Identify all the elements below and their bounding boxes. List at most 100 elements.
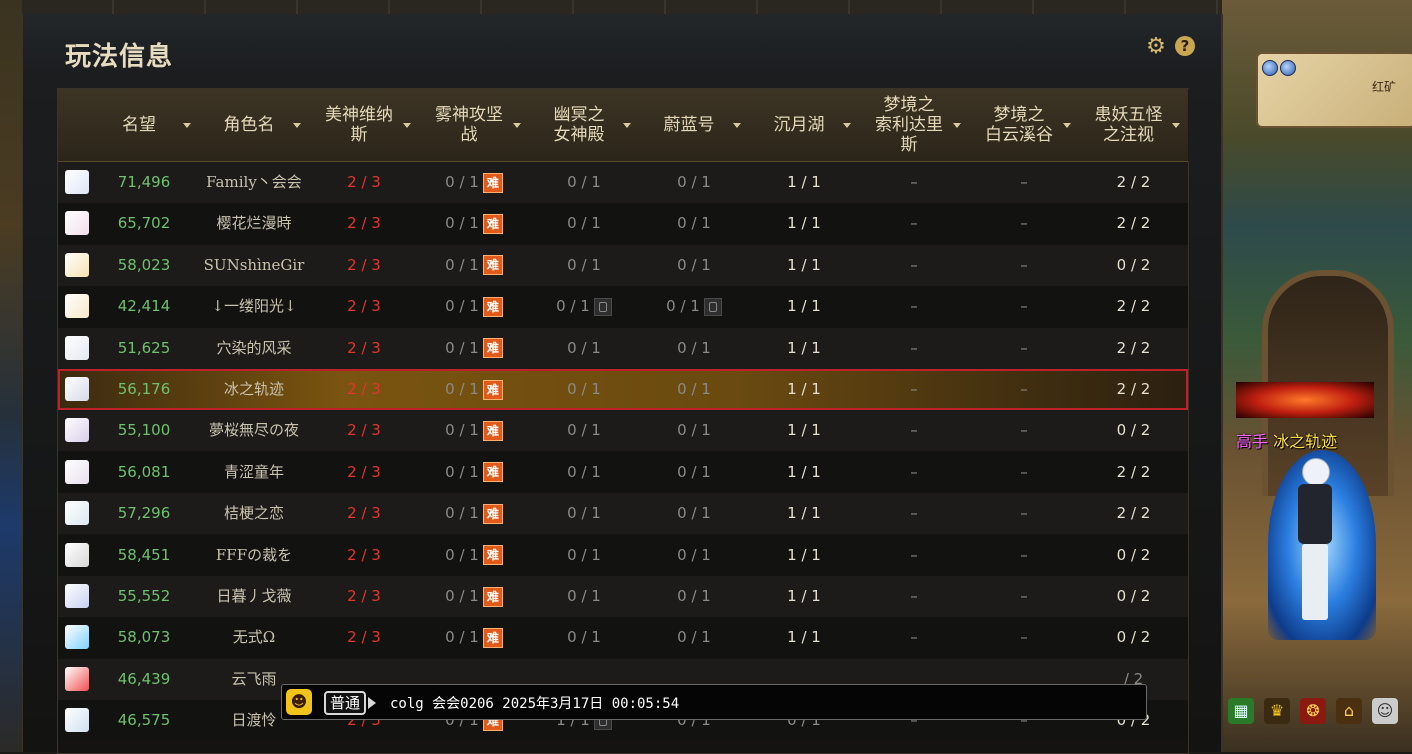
header-venus[interactable]: 美神维纳 斯 xyxy=(309,89,420,161)
sort-arrow-icon[interactable] xyxy=(1172,123,1180,128)
dream-solidaris-cell-value: – xyxy=(910,587,918,605)
map-orb-icon[interactable] xyxy=(1280,60,1296,76)
mist-god-cell: 0 / 1难 xyxy=(419,245,529,286)
sort-arrow-icon[interactable] xyxy=(843,123,851,128)
lucky-bag-icon[interactable]: ❂ xyxy=(1300,698,1326,724)
underworld-goddess-cell-value: 0 / 1 xyxy=(567,421,601,440)
azure-cell-value: 0 / 1 xyxy=(677,173,711,191)
header-moon-lake[interactable]: 沉月湖 xyxy=(749,89,860,161)
moon-lake-cell: 1 / 1 xyxy=(749,286,859,327)
azure-cell: 0 / 1 xyxy=(639,369,749,410)
name-cell-value: 日渡怜 xyxy=(231,711,277,730)
sort-arrow-icon[interactable] xyxy=(623,123,631,128)
character-avatar xyxy=(65,501,89,526)
fame-cell: 42,414 xyxy=(89,286,199,327)
underworld-goddess-cell: 0 / 1 xyxy=(529,410,639,451)
character-avatar xyxy=(65,211,89,236)
hard-difficulty-badge: 难 xyxy=(482,213,503,234)
moon-lake-cell: 1 / 1 xyxy=(749,162,859,203)
calendar-icon[interactable]: ▦ xyxy=(1228,698,1254,724)
underworld-goddess-cell: 0 / 1 xyxy=(529,245,639,286)
mist-god-cell-value: 0 / 1 xyxy=(445,214,479,233)
table-row[interactable]: 58,451 FFFの裁を 2 / 30 / 1难0 / 10 / 11 / 1– –… xyxy=(58,534,1188,576)
azure-cell-value: 0 / 1 xyxy=(677,421,711,440)
underworld-goddess-cell: 0 / 1 xyxy=(529,203,639,244)
gear-icon[interactable]: ⚙ xyxy=(1145,36,1167,58)
table-row[interactable]: 51,625 穴染的风采 2 / 30 / 1难0 / 10 / 11 / 1– –2… xyxy=(58,327,1188,369)
venus-cell: 2 / 3 xyxy=(309,493,419,534)
moon-lake-cell-value: 1 / 1 xyxy=(787,338,821,357)
dream-solidaris-cell-value: – xyxy=(910,545,918,564)
header-dream-solidaris[interactable]: 梦境之 索利达里 斯 xyxy=(859,89,970,161)
chat-message-bubble[interactable]: ☻ 普通 colg 会会0206 2025年3月17日 00:05:54 xyxy=(281,684,1147,720)
mist-god-cell: 0 / 1难 xyxy=(419,617,529,658)
sort-arrow-icon[interactable] xyxy=(733,123,741,128)
mist-god-cell-value: 0 / 1 xyxy=(445,255,479,274)
dream-cloud-valley-cell-value: – xyxy=(1020,421,1028,440)
header-underworld-goddess[interactable]: 幽冥之 女神殿 xyxy=(529,89,640,161)
dream-cloud-valley-cell: – xyxy=(969,576,1079,617)
mist-god-cell: 0 / 1难 xyxy=(419,410,529,451)
avatar-icon[interactable]: ☺ xyxy=(1372,698,1398,724)
table-row[interactable]: 55,552 日暮丿戈薇 2 / 30 / 1难0 / 10 / 11 / 1– –0… xyxy=(58,576,1188,617)
table-row[interactable]: 58,023 SUNshìneGir 2 / 30 / 1难0 / 10 / 11 … xyxy=(58,244,1188,286)
sort-arrow-icon[interactable] xyxy=(183,123,191,128)
fame-cell: 51,625 xyxy=(89,328,199,369)
mist-god-cell-value: 0 / 1 xyxy=(445,504,479,523)
character-avatar xyxy=(65,418,89,443)
character-avatar xyxy=(65,625,89,650)
house-icon[interactable]: ⌂ xyxy=(1336,698,1362,724)
table-row[interactable]: 56,081 青涩童年 2 / 30 / 1难0 / 10 / 11 / 1– –2 … xyxy=(58,451,1188,493)
header-fame[interactable]: 名望 xyxy=(89,89,200,161)
help-icon[interactable]: ? xyxy=(1175,36,1195,56)
sort-arrow-icon[interactable] xyxy=(513,123,521,128)
five-demons-cell: 0 / 2 xyxy=(1079,576,1188,617)
fame-cell-value: 71,496 xyxy=(117,173,171,191)
five-demons-cell-value: 0 / 2 xyxy=(1116,255,1151,274)
crown-icon[interactable]: ♛ xyxy=(1264,698,1290,724)
character-avatar xyxy=(65,666,89,691)
venus-cell: 2 / 3 xyxy=(309,617,419,658)
name-cell-value: 穴染的风采 xyxy=(216,338,292,357)
table-row[interactable]: 55,100 夢桜無尽の夜 2 / 30 / 1难0 / 10 / 11 / 1– –… xyxy=(58,410,1188,452)
hard-difficulty-badge: 难 xyxy=(482,379,503,400)
moon-lake-cell-value: 1 / 1 xyxy=(787,380,821,398)
table-row[interactable]: 57,296 桔梗之恋 2 / 30 / 1难0 / 10 / 11 / 1– –2 … xyxy=(58,493,1188,535)
header-mist-god[interactable]: 雾神攻坚 战 xyxy=(419,89,530,161)
table-row[interactable]: 65,702 樱花烂漫時 2 / 30 / 1难0 / 10 / 11 / 1– –2… xyxy=(58,203,1188,245)
dream-solidaris-cell-value: – xyxy=(910,421,918,440)
dream-cloud-valley-cell: – xyxy=(969,328,1079,369)
name-cell: 冰之轨迹 xyxy=(199,369,309,410)
header-character-name[interactable]: 角色名 xyxy=(199,89,310,161)
dream-cloud-valley-cell-value: – xyxy=(1020,214,1028,233)
underworld-goddess-cell: 0 / 1 xyxy=(529,452,639,493)
hard-difficulty-badge: 难 xyxy=(482,627,503,648)
sort-arrow-icon[interactable] xyxy=(1063,123,1071,128)
map-orb-icon[interactable] xyxy=(1262,60,1278,76)
underworld-goddess-cell: 0 / 1 xyxy=(529,535,639,576)
dream-cloud-valley-cell-value: – xyxy=(1020,338,1028,357)
header-five-demons[interactable]: 患妖五怪 之注视 xyxy=(1079,89,1189,161)
five-demons-cell: 0 / 2 xyxy=(1079,410,1188,451)
table-row[interactable]: 42,414 ↓一缕阳光↓ 2 / 30 / 1难0 / 10 / 11 / 1– –… xyxy=(58,286,1188,328)
character-head xyxy=(1302,458,1330,486)
header-azure[interactable]: 蔚蓝号 xyxy=(639,89,750,161)
header-dream-cloud-valley[interactable]: 梦境之 白云溪谷 xyxy=(969,89,1080,161)
five-demons-cell-value: 2 / 2 xyxy=(1116,504,1151,523)
sort-arrow-icon[interactable] xyxy=(403,123,411,128)
name-cell-value: SUNshìneGir xyxy=(203,255,305,274)
table-row[interactable]: 56,176 冰之轨迹 2 / 30 / 1难0 / 10 / 11 / 1– –2 … xyxy=(58,369,1188,410)
mist-god-cell-value: 0 / 1 xyxy=(445,173,479,191)
sort-arrow-icon[interactable] xyxy=(293,123,301,128)
table-row[interactable]: 71,496 Family丶会会 2 / 30 / 1难0 / 10 / 11 / … xyxy=(58,162,1188,203)
table-row[interactable]: 58,073 无式Ω 2 / 30 / 1难0 / 10 / 11 / 1– –0 /… xyxy=(58,617,1188,659)
fame-cell-value: 55,100 xyxy=(117,421,171,440)
venus-cell-value: 2 / 3 xyxy=(347,545,381,564)
player-character[interactable] xyxy=(1292,458,1338,628)
emoji-face-icon[interactable]: ☻ xyxy=(286,689,312,715)
sort-arrow-icon[interactable] xyxy=(953,123,961,128)
azure-cell-value: 0 / 1 xyxy=(677,587,711,605)
dream-solidaris-cell: – xyxy=(859,369,969,410)
name-cell-value: Family丶会会 xyxy=(206,173,302,191)
dream-solidaris-cell: – xyxy=(859,493,969,534)
